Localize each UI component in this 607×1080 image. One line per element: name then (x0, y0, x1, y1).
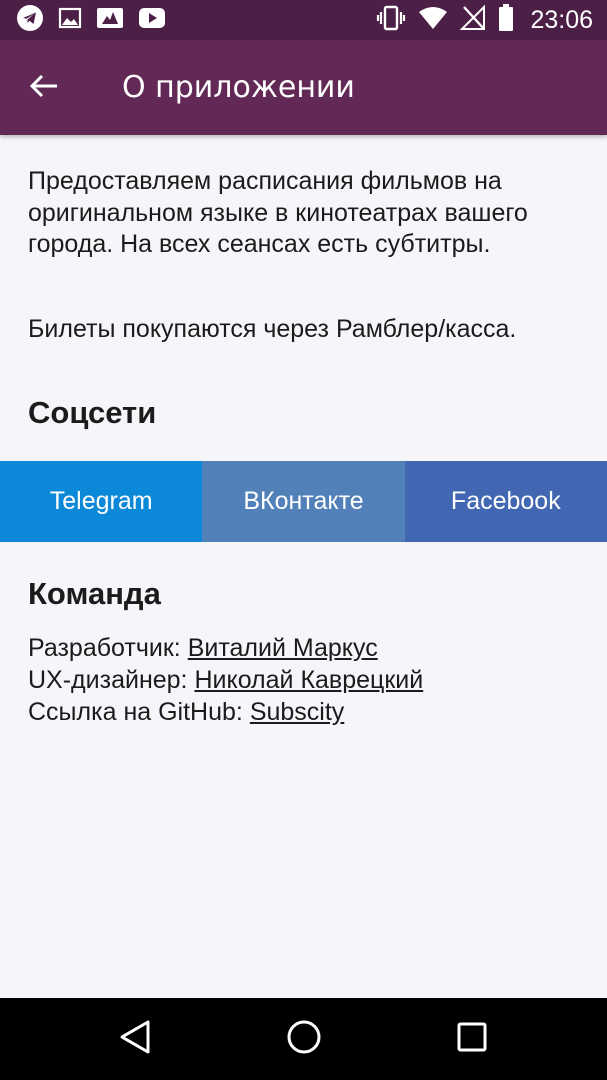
vkontakte-button[interactable]: ВКонтакте (202, 461, 405, 542)
arrow-left-icon (29, 73, 59, 103)
vibrate-icon (376, 5, 406, 35)
developer-label: Разработчик: (28, 634, 188, 662)
back-button[interactable] (16, 60, 72, 116)
nav-home-button[interactable] (274, 1014, 334, 1064)
designer-link[interactable]: Николай Каврецкий (194, 666, 423, 694)
back-triangle-icon (118, 1019, 152, 1059)
social-buttons: Telegram ВКонтакте Facebook (0, 461, 607, 542)
page-title: О приложении (122, 70, 355, 105)
system-icons: 23:06 (376, 0, 593, 40)
github-label: Ссылка на GitHub: (28, 698, 250, 726)
youtube-icon (138, 7, 166, 33)
gallery-icon (58, 6, 82, 34)
status-bar: 23:06 (0, 0, 607, 40)
team-list: Разработчик: Виталий Маркус UX-дизайнер:… (28, 632, 598, 728)
nav-back-button[interactable] (105, 1014, 165, 1064)
wifi-icon (418, 6, 448, 34)
nav-recents-button[interactable] (442, 1014, 502, 1064)
telegram-icon (16, 4, 44, 36)
image-edit-icon (96, 6, 124, 34)
github-line: Ссылка на GitHub: Subscity (28, 696, 598, 728)
status-time: 23:06 (530, 5, 593, 34)
team-heading: Команда (28, 576, 161, 611)
navigation-bar (0, 998, 607, 1080)
designer-line: UX-дизайнер: Николай Каврецкий (28, 664, 598, 696)
notification-icons (16, 4, 166, 36)
battery-icon (498, 4, 514, 36)
no-signal-icon (460, 4, 486, 35)
facebook-button[interactable]: Facebook (404, 461, 607, 542)
recents-square-icon (456, 1021, 488, 1057)
telegram-button[interactable]: Telegram (0, 461, 203, 542)
about-description: Предоставляем расписания фильмов на ориг… (28, 167, 528, 258)
developer-link[interactable]: Виталий Маркус (188, 634, 378, 662)
social-heading: Соцсети (28, 395, 157, 430)
home-circle-icon (286, 1019, 322, 1059)
developer-line: Разработчик: Виталий Маркус (28, 632, 598, 664)
tickets-info: Билеты покупаются через Рамблер/касса. (28, 315, 517, 343)
github-link[interactable]: Subscity (250, 698, 344, 726)
designer-label: UX-дизайнер: (28, 666, 195, 694)
app-bar: О приложении (0, 40, 607, 135)
